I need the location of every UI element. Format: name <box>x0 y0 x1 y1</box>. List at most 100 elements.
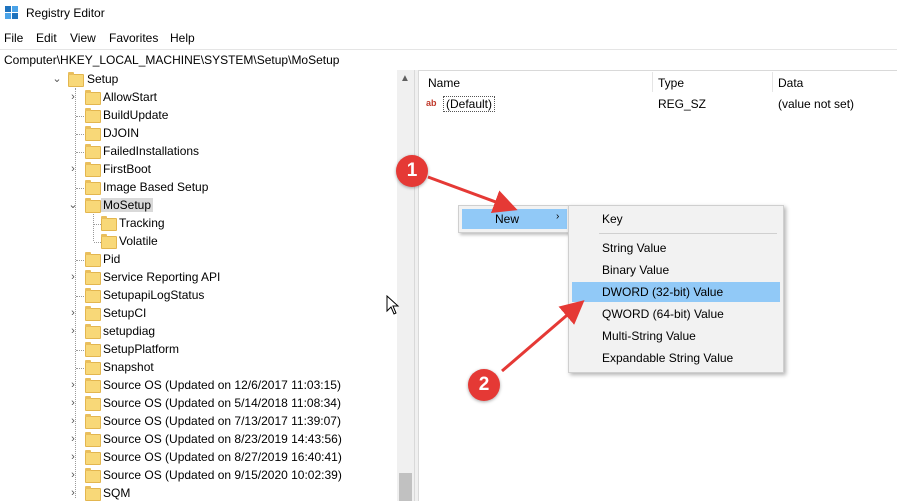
chevron-down-icon[interactable]: ⌄ <box>52 73 62 85</box>
tree-item-source-os[interactable]: › Source OS (Updated on 8/23/2019 14:43:… <box>0 431 397 449</box>
scrollbar-thumb[interactable] <box>399 473 412 501</box>
tree-item-label: Source OS (Updated on 8/23/2019 14:43:56… <box>103 432 342 446</box>
folder-icon <box>85 288 101 303</box>
column-header-data[interactable]: Data <box>778 76 803 96</box>
chevron-right-icon[interactable]: › <box>68 397 78 409</box>
tree-item-source-os[interactable]: › Source OS (Updated on 8/27/2019 16:40:… <box>0 449 397 467</box>
menu-help[interactable]: Help <box>170 31 195 45</box>
chevron-right-icon[interactable]: › <box>68 433 78 445</box>
tree-item-label: SetupCI <box>103 306 147 320</box>
folder-icon <box>85 126 101 141</box>
folder-icon <box>85 360 101 375</box>
folder-icon <box>85 306 101 321</box>
menu-file[interactable]: File <box>4 31 23 45</box>
folder-icon <box>85 324 101 339</box>
chevron-right-icon[interactable]: › <box>68 415 78 427</box>
submenu-item-label: Expandable String Value <box>602 351 734 365</box>
folder-icon <box>101 234 117 249</box>
tree-item-setupplatform[interactable]: SetupPlatform <box>0 341 397 359</box>
scroll-up-arrow-icon[interactable]: ▲ <box>400 73 410 84</box>
tree-item-label: SetupPlatform <box>103 342 180 356</box>
tree-item-failedinstallations[interactable]: FailedInstallations <box>0 143 397 161</box>
submenu-item-label: DWORD (32-bit) Value <box>602 285 724 299</box>
tree-item-source-os[interactable]: › Source OS (Updated on 7/13/2017 11:39:… <box>0 413 397 431</box>
tree-item-allowstart[interactable]: › AllowStart <box>0 89 397 107</box>
tree-item-label: Source OS (Updated on 8/27/2019 16:40:41… <box>103 450 342 464</box>
tree-item-source-os[interactable]: › Source OS (Updated on 9/15/2020 10:02:… <box>0 467 397 485</box>
chevron-right-icon[interactable]: › <box>68 451 78 463</box>
chevron-down-icon[interactable]: ⌄ <box>68 199 78 211</box>
menu-item-new[interactable]: New › <box>462 209 567 229</box>
tree-item-label: Source OS (Updated on 9/15/2020 10:02:39… <box>103 468 342 482</box>
tree-item-firstboot[interactable]: › FirstBoot <box>0 161 397 179</box>
folder-icon <box>85 432 101 447</box>
folder-icon <box>85 486 101 501</box>
folder-icon <box>85 90 101 105</box>
submenu-item-binary-value[interactable]: Binary Value <box>572 260 780 280</box>
chevron-right-icon[interactable]: › <box>68 163 78 175</box>
tree-item-djoin[interactable]: DJOIN <box>0 125 397 143</box>
folder-icon <box>85 396 101 411</box>
folder-icon <box>101 216 117 231</box>
annotation-arrow-1 <box>427 175 518 214</box>
tree-connector <box>94 224 101 225</box>
chevron-right-icon[interactable]: › <box>68 487 78 499</box>
tree-item-setupci[interactable]: › SetupCI <box>0 305 397 323</box>
chevron-right-icon[interactable]: › <box>68 379 78 391</box>
folder-icon <box>85 198 101 213</box>
submenu-item-multi-string-value[interactable]: Multi-String Value <box>572 326 780 346</box>
submenu-item-string-value[interactable]: String Value <box>572 238 780 258</box>
tree-item-label: Source OS (Updated on 7/13/2017 11:39:07… <box>103 414 341 428</box>
tree-item-service-reporting-api[interactable]: › Service Reporting API <box>0 269 397 287</box>
menu-edit[interactable]: Edit <box>36 31 57 45</box>
chevron-right-icon[interactable]: › <box>68 91 78 103</box>
address-path[interactable]: Computer\HKEY_LOCAL_MACHINE\SYSTEM\Setup… <box>4 53 339 67</box>
tree-item-setupapilogstatus[interactable]: SetupapiLogStatus <box>0 287 397 305</box>
step-badge-2: 2 <box>468 369 500 401</box>
column-header-name[interactable]: Name <box>428 76 460 96</box>
folder-icon <box>85 144 101 159</box>
tree-item-mosetup[interactable]: ⌄ MoSetup <box>0 197 397 215</box>
tree-item-source-os[interactable]: › Source OS (Updated on 5/14/2018 11:08:… <box>0 395 397 413</box>
submenu-item-dword-value[interactable]: DWORD (32-bit) Value <box>572 282 780 302</box>
tree-item-setup[interactable]: ⌄ Setup <box>0 71 397 89</box>
value-name[interactable]: (Default) <box>443 96 496 112</box>
tree-item-tracking[interactable]: Tracking <box>0 215 397 233</box>
folder-icon <box>85 468 101 483</box>
tree-item-label: FailedInstallations <box>103 144 200 158</box>
chevron-right-icon[interactable]: › <box>68 469 78 481</box>
tree-item-image-based-setup[interactable]: Image Based Setup <box>0 179 397 197</box>
tree-item-label: setupdiag <box>103 324 156 338</box>
chevron-right-icon[interactable]: › <box>68 325 78 337</box>
tree-connector <box>94 242 101 243</box>
submenu-item-key[interactable]: Key <box>572 209 780 229</box>
tree-item-snapshot[interactable]: Snapshot <box>0 359 397 377</box>
column-divider[interactable] <box>652 72 653 92</box>
tree-item-label: SetupapiLogStatus <box>103 288 205 302</box>
column-divider[interactable] <box>772 72 773 92</box>
value-data: (value not set) <box>778 97 855 111</box>
registry-tree[interactable]: ⌄ Setup › AllowStart BuildUpdate DJOIN F… <box>0 70 397 501</box>
menu-view[interactable]: View <box>70 31 96 45</box>
tree-item-buildupdate[interactable]: BuildUpdate <box>0 107 397 125</box>
submenu-item-label: Binary Value <box>602 263 670 277</box>
pane-splitter[interactable] <box>414 70 419 501</box>
tree-connector <box>76 116 84 117</box>
column-header-type[interactable]: Type <box>658 76 684 96</box>
menu-favorites[interactable]: Favorites <box>109 31 158 45</box>
tree-item-setupdiag[interactable]: › setupdiag <box>0 323 397 341</box>
submenu-item-qword-value[interactable]: QWORD (64-bit) Value <box>572 304 780 324</box>
chevron-right-icon[interactable]: › <box>68 307 78 319</box>
tree-item-volatile[interactable]: Volatile <box>0 233 397 251</box>
tree-connector <box>76 188 84 189</box>
tree-item-source-os[interactable]: › Source OS (Updated on 12/6/2017 11:03:… <box>0 377 397 395</box>
tree-connector <box>76 368 84 369</box>
tree-item-sqm[interactable]: › SQM <box>0 485 397 501</box>
tree-item-label: DJOIN <box>103 126 139 140</box>
chevron-right-icon[interactable]: › <box>68 271 78 283</box>
tree-scrollbar[interactable]: ▲ <box>397 70 414 501</box>
context-menu: New › <box>458 205 571 233</box>
address-bar[interactable]: Computer\HKEY_LOCAL_MACHINE\SYSTEM\Setup… <box>0 49 897 71</box>
tree-item-pid[interactable]: Pid <box>0 251 397 269</box>
submenu-item-expandable-string-value[interactable]: Expandable String Value <box>572 348 780 368</box>
